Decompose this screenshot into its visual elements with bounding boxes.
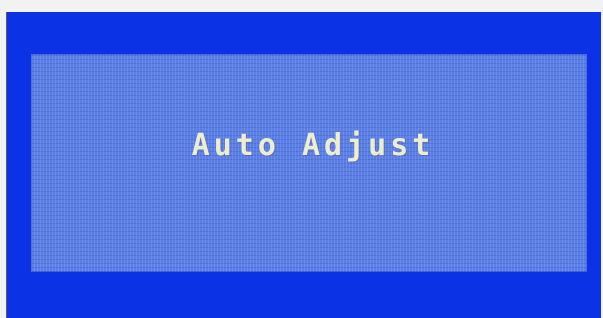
osd-frame: Auto Adjust [6,12,601,318]
auto-adjust-message: Auto Adjust [191,128,435,163]
osd-message-panel: Auto Adjust [31,54,587,272]
monitor-screen: Auto Adjust [0,0,603,318]
